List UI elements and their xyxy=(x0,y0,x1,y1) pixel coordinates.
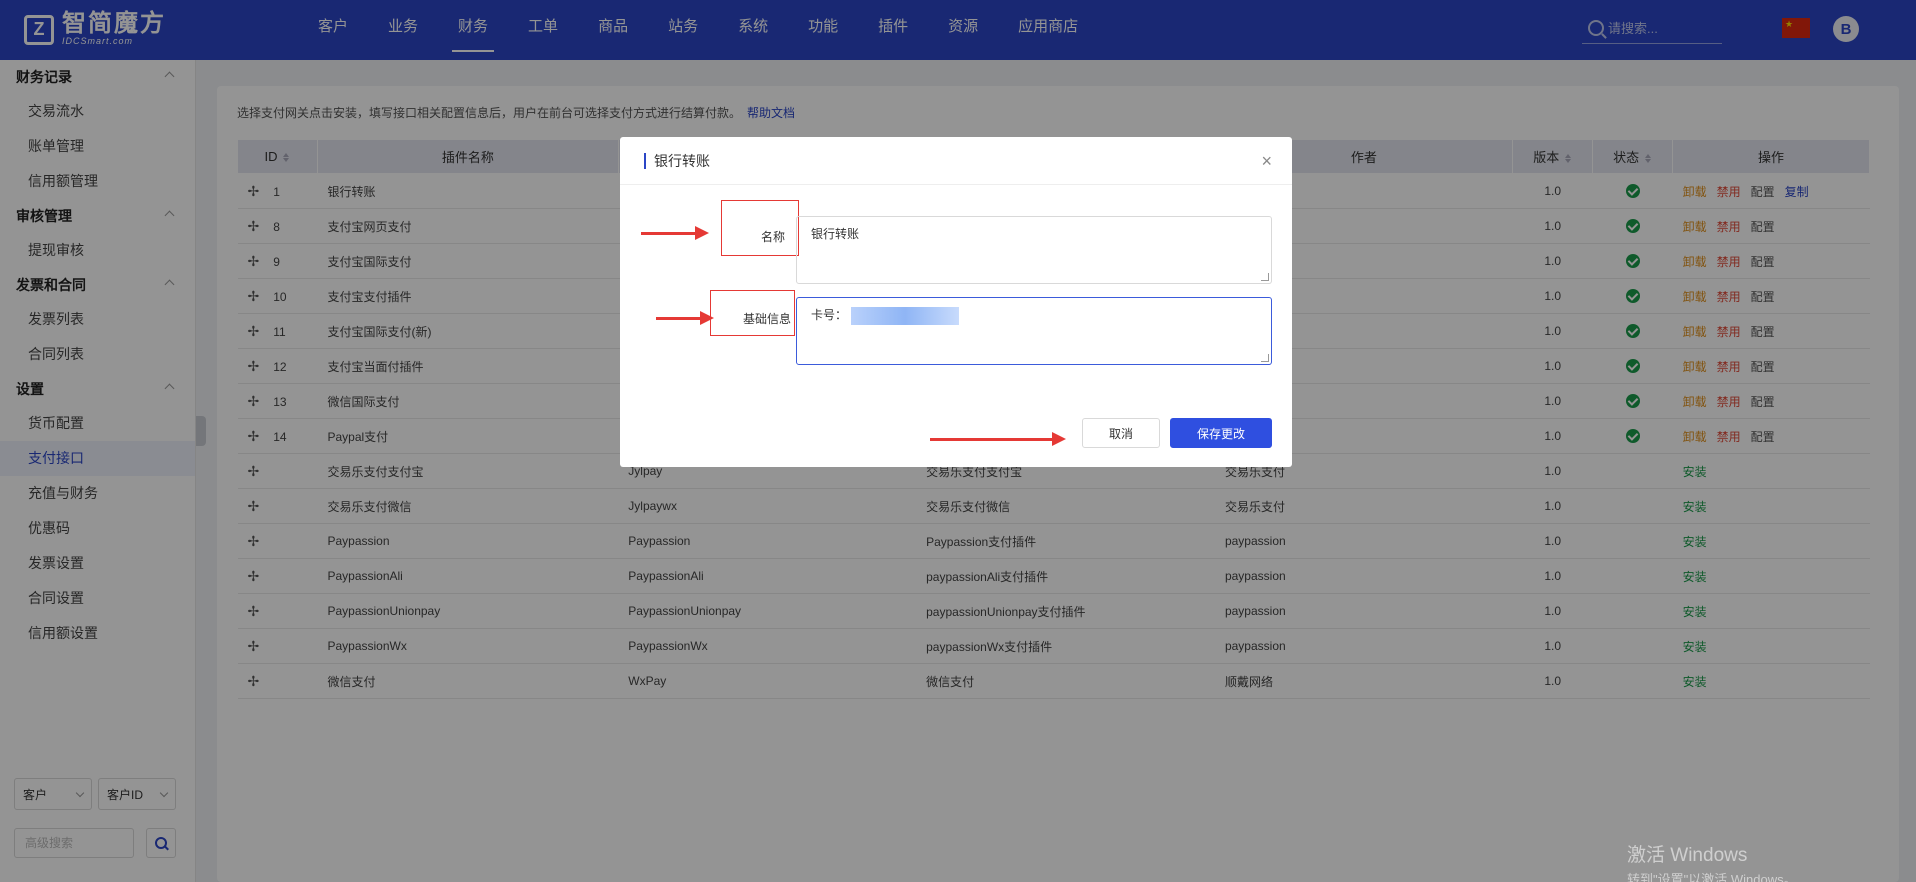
name-value: 银行转账 xyxy=(811,227,860,241)
annotation-arrow xyxy=(930,432,1066,446)
resize-handle-icon xyxy=(1261,354,1269,362)
resize-handle-icon xyxy=(1261,273,1269,281)
save-changes-button[interactable]: 保存更改 xyxy=(1170,418,1272,448)
watermark-line2: 转到"设置"以激活 Windows。 xyxy=(1627,872,1797,882)
bank-transfer-config-modal: 银行转账 × 名称 银行转账 基础信息 卡号： 取消 保存更改 xyxy=(620,137,1292,467)
name-label: 名称 xyxy=(760,230,785,244)
modal-title: 银行转账 xyxy=(644,153,710,169)
name-textarea[interactable]: 银行转账 xyxy=(796,216,1272,284)
basic-info-textarea[interactable]: 卡号： xyxy=(796,297,1272,365)
close-icon[interactable]: × xyxy=(1261,151,1272,172)
annotation-arrow xyxy=(641,226,709,240)
windows-activation-watermark: 激活 Windows 转到"设置"以激活 Windows。 xyxy=(1627,840,1797,882)
modal-header: 银行转账 × xyxy=(620,137,1292,185)
basic-info-value: 卡号： xyxy=(811,308,848,322)
redacted-card-number xyxy=(851,306,960,325)
annotation-arrow xyxy=(656,311,714,325)
watermark-line1: 激活 Windows xyxy=(1627,845,1748,866)
cancel-button[interactable]: 取消 xyxy=(1082,418,1160,448)
basic-info-label: 基础信息 xyxy=(742,312,791,326)
